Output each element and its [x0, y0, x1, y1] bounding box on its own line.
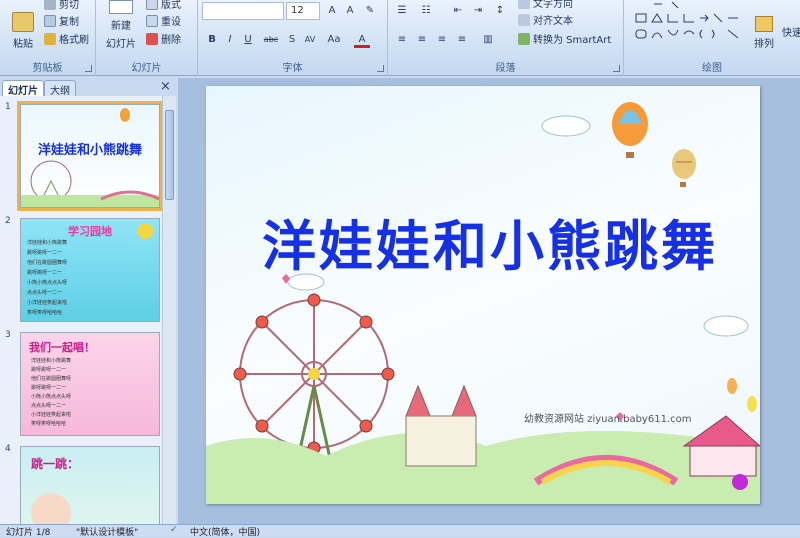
paragraph-group: ☰ ☷ ⇤ ⇥ ↕ 文字方向 对齐文本 转换为 SmartArt ≡ ≡ ≡ ≡…	[388, 0, 624, 76]
paste-button[interactable]: 粘贴	[6, 0, 40, 50]
scrollbar-thumb[interactable]	[165, 110, 174, 200]
brush-icon	[44, 32, 56, 45]
shapes-gallery[interactable]	[634, 0, 752, 48]
columns-button[interactable]: ▥	[480, 32, 496, 48]
thumbnail-title: 我们一起唱！	[29, 341, 95, 354]
status-bar: 幻灯片 1/8 "默认设计模板" ✓ 中文(简体，中国)	[0, 524, 800, 538]
drawing-group-label: 绘图	[702, 63, 722, 74]
cut-button[interactable]: 剪切	[44, 0, 79, 11]
tab-slides[interactable]: 幻灯片	[2, 80, 44, 97]
thumbnail-number: 4	[5, 444, 11, 454]
clear-format-button[interactable]: ✎	[362, 3, 378, 19]
char-spacing-button[interactable]: AV	[302, 32, 318, 48]
ribbon: 粘贴 剪切 复制 格式刷 剪贴板 新建 幻灯片 版式 重设 删除 幻灯片 12 …	[0, 0, 800, 76]
doll-illustration	[31, 493, 71, 524]
align-left-button[interactable]: ≡	[394, 32, 410, 48]
clipboard-launcher[interactable]	[85, 65, 92, 72]
paragraph-launcher[interactable]	[613, 65, 620, 72]
align-right-button[interactable]: ≡	[434, 32, 450, 48]
clipboard-group: 粘贴 剪切 复制 格式刷 剪贴板	[0, 0, 96, 76]
current-slide[interactable]: 洋娃娃和小熊跳舞 幼教资源网站 ziyuan.baby611.com	[206, 86, 760, 504]
smartart-icon	[518, 32, 530, 45]
delete-button[interactable]: 删除	[146, 31, 181, 46]
clipboard-group-label: 剪贴板	[32, 63, 63, 74]
delete-icon	[146, 32, 158, 45]
thumbnail-image: 洋娃娃和小熊跳舞	[17, 101, 163, 211]
shrink-font-button[interactable]: A	[342, 3, 358, 19]
arrange-icon	[755, 16, 773, 32]
font-name-combo[interactable]	[202, 2, 284, 20]
text-direction-icon	[518, 0, 530, 9]
numbering-button[interactable]: ☷	[418, 3, 434, 19]
slide-count: 幻灯片 1/8	[6, 528, 51, 538]
decrease-indent-button[interactable]: ⇤	[450, 3, 466, 19]
scissors-icon	[44, 0, 56, 10]
smartart-button[interactable]: 转换为 SmartArt	[518, 31, 611, 46]
thumbnail-title: 跳一跳：	[31, 457, 80, 471]
italic-button[interactable]: I	[222, 32, 238, 48]
new-slide-button[interactable]: 新建 幻灯片	[102, 0, 140, 50]
text-direction-button[interactable]: 文字方向	[518, 0, 573, 10]
panel-tabs: 幻灯片 大纲 ×	[0, 78, 176, 97]
slide-illustration	[206, 102, 760, 504]
arrange-button[interactable]: 排列	[750, 0, 778, 50]
ferris-wheel-mini	[21, 108, 159, 207]
bold-button[interactable]: B	[204, 32, 220, 48]
slides-group: 新建 幻灯片 版式 重设 删除 幻灯片	[96, 0, 198, 76]
bullets-button[interactable]: ☰	[394, 3, 410, 19]
font-group: 12 A A ✎ B I U abc S AV Aa A 字体	[198, 0, 388, 76]
new-slide-icon	[109, 0, 133, 14]
align-text-button[interactable]: 对齐文本	[518, 12, 573, 27]
website-caption: 幼教资源网站 ziyuan.baby611.com	[524, 414, 692, 425]
thumbnail-image: 学习园地 洋娃娃和小熊跳舞 跳呀跳呀一二一 他们在跳圆圈舞呀 跳呀跳呀一二一 小…	[20, 218, 160, 322]
font-launcher[interactable]	[377, 65, 384, 72]
grow-font-button[interactable]: A	[324, 3, 340, 19]
strikethrough-button[interactable]: abc	[260, 32, 282, 48]
line-spacing-button[interactable]: ↕	[492, 3, 508, 19]
quick-styles-button[interactable]: 快速	[782, 24, 800, 39]
layout-button[interactable]: 版式	[146, 0, 181, 11]
slide-editing-area: 洋娃娃和小熊跳舞 幼教资源网站 ziyuan.baby611.com	[178, 78, 800, 524]
paragraph-group-label: 段落	[495, 63, 516, 74]
thumbnail-image: 跳一跳：	[20, 446, 160, 524]
align-text-icon	[518, 13, 530, 26]
thumbnail-number: 2	[5, 216, 11, 226]
thumbnail-number: 1	[5, 102, 11, 112]
paste-icon	[12, 12, 34, 32]
paste-label: 粘贴	[13, 39, 33, 50]
shadow-button[interactable]: S	[284, 32, 300, 48]
font-size-combo[interactable]: 12	[286, 2, 320, 20]
change-case-button[interactable]: Aa	[326, 32, 342, 48]
drawing-group: 排列 快速 绘图	[624, 0, 800, 76]
reset-button[interactable]: 重设	[146, 13, 181, 28]
font-group-label: 字体	[282, 63, 303, 74]
thumbnail-scrollbar[interactable]	[162, 96, 176, 524]
format-painter-button[interactable]: 格式刷	[44, 31, 89, 46]
close-panel-icon[interactable]: ×	[160, 79, 171, 94]
copy-icon	[44, 14, 56, 27]
font-color-button[interactable]: A	[354, 32, 370, 48]
copy-button[interactable]: 复制	[44, 13, 79, 28]
align-center-button[interactable]: ≡	[414, 32, 430, 48]
layout-icon	[146, 0, 158, 10]
slides-group-label: 幻灯片	[131, 63, 162, 74]
justify-button[interactable]: ≡	[454, 32, 470, 48]
increase-indent-button[interactable]: ⇥	[470, 3, 486, 19]
theme-name: "默认设计模板"	[76, 528, 139, 538]
language-indicator[interactable]: 中文(简体，中国)	[190, 525, 260, 538]
sun-icon	[137, 223, 153, 239]
reset-icon	[146, 14, 158, 27]
tab-outline[interactable]: 大纲	[44, 80, 76, 97]
underline-button[interactable]: U	[240, 32, 256, 48]
slide-title[interactable]: 洋娃娃和小熊跳舞	[230, 202, 750, 281]
thumbnail-image: 我们一起唱！ 洋娃娃和小熊跳舞 跳呀跳呀一二一 他们在跳圆圈舞呀 跳呀跳呀一二一…	[20, 332, 160, 436]
slide-thumbnail-panel: 1 洋娃娃和小熊跳舞 2 学习园地 洋娃娃和小熊跳舞 跳呀跳呀一二一 他们在跳圆…	[0, 96, 176, 524]
check-icon: ✓	[170, 525, 178, 535]
thumbnail-number: 3	[5, 330, 11, 340]
